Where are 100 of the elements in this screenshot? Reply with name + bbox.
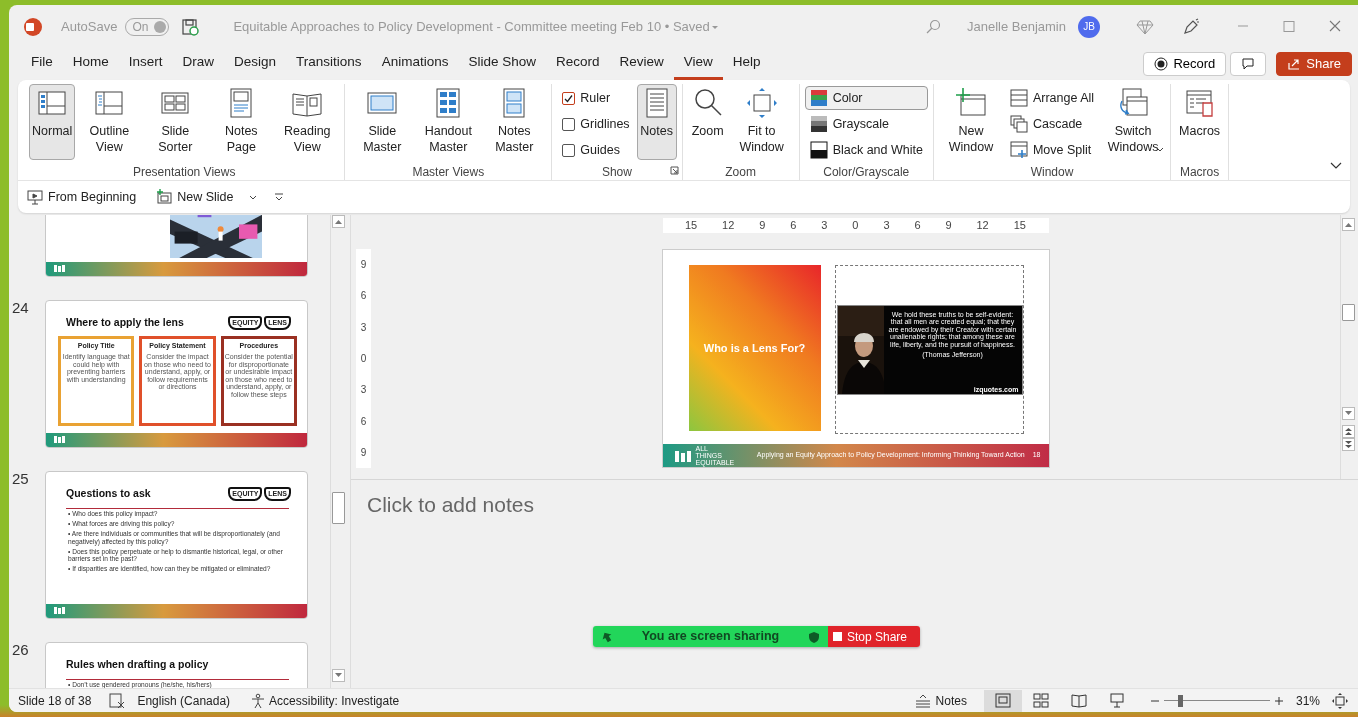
menu-tab[interactable]: Record [545, 47, 610, 81]
ribbon-button[interactable]: Grayscale [804, 112, 928, 136]
toolbar-button[interactable]: New Slide [153, 185, 260, 209]
accessibility-icon[interactable] [250, 692, 267, 709]
record-button[interactable]: Record [1143, 52, 1227, 76]
checkbox[interactable] [562, 143, 576, 157]
ribbon-button[interactable]: Zoom [687, 84, 728, 160]
scroll-down-button[interactable] [331, 669, 345, 682]
share-button[interactable]: Share [1276, 52, 1352, 76]
notes-button[interactable]: Notes [911, 689, 970, 712]
menu-tab[interactable]: File [21, 47, 63, 81]
checkbox-label[interactable]: Guides [580, 140, 620, 160]
fit-slide-icon[interactable] [1332, 692, 1348, 709]
language-button[interactable]: English (Canada) [137, 691, 231, 710]
group-label: Color/Grayscale [823, 165, 910, 179]
ribbon-button[interactable]: Arrange All [1004, 86, 1100, 110]
contrast-swatch-icon [809, 141, 828, 159]
notes-placeholder[interactable]: Click to add notes [351, 480, 1358, 521]
view-button[interactable] [983, 689, 1022, 712]
slide-thumbnail[interactable] [45, 215, 308, 277]
close-icon[interactable] [1328, 20, 1342, 33]
accessibility-button[interactable]: Accessibility: Investigate [269, 691, 400, 710]
slide-thumbnail[interactable] [45, 300, 308, 448]
group-label: Show [601, 165, 632, 179]
ribbon-button[interactable]: Black and White [804, 138, 928, 162]
scroll-up-button[interactable] [1342, 218, 1355, 231]
menu-tab[interactable]: Slide Show [458, 47, 546, 81]
ribbon-button[interactable]: Notes Master [482, 84, 547, 160]
menu-tab[interactable]: Design [224, 47, 287, 81]
menu-tab[interactable]: Help [722, 47, 771, 81]
slider-thumb[interactable] [1177, 694, 1183, 707]
comment-icon [1241, 57, 1256, 71]
collapse-ribbon-icon[interactable] [1330, 162, 1342, 170]
up-arrow-icon [334, 219, 342, 224]
slide-title: Questions to ask [66, 486, 151, 502]
save-icon[interactable] [181, 17, 200, 36]
logo-icon [54, 265, 68, 272]
ribbon-button[interactable]: Cascade [1004, 112, 1100, 136]
ribbon-button[interactable]: Slide Master [350, 84, 415, 160]
menu-tab[interactable]: Review [609, 47, 674, 81]
scroll-thumb[interactable] [1342, 304, 1355, 321]
ribbon-button[interactable]: Reading View [275, 84, 340, 160]
stop-share-button[interactable]: Stop Share [828, 626, 920, 647]
spell-check-icon[interactable] [109, 692, 126, 709]
group-label: Zoom [725, 165, 756, 179]
ruler-number: 6 [790, 218, 797, 233]
checkbox-label[interactable]: Ruler [580, 88, 611, 108]
autosave-label: AutoSave [61, 17, 118, 36]
dialog-launcher-icon[interactable] [669, 166, 679, 175]
ruler-number: 3 [360, 383, 367, 398]
menu-tab[interactable]: Transitions [286, 47, 372, 81]
checkbox[interactable] [562, 91, 576, 105]
customize-icon[interactable] [273, 192, 284, 202]
book-icon [1070, 693, 1087, 708]
previous-slide-button[interactable] [1342, 425, 1355, 438]
new-window-icon [954, 87, 987, 119]
menu-tab[interactable]: Home [62, 47, 119, 81]
zoom-percent[interactable]: 31% [1295, 691, 1320, 710]
zoom-in-icon[interactable] [1273, 695, 1284, 706]
ribbon-button[interactable]: Switch Windows [1101, 84, 1166, 160]
pen-icon[interactable] [1182, 17, 1200, 36]
comments-button[interactable] [1230, 52, 1267, 76]
ribbon-button[interactable]: Macros [1176, 84, 1224, 160]
menu-tab[interactable]: Animations [371, 47, 459, 81]
ruler-number: 3 [821, 218, 828, 233]
ribbon-button[interactable]: New Window [938, 84, 1003, 160]
ruler-number: 9 [360, 445, 367, 460]
checkbox-label[interactable]: Gridlines [580, 114, 630, 134]
scrollbar[interactable] [1340, 215, 1356, 479]
ribbon-button[interactable]: Normal [29, 84, 76, 160]
menu-tab[interactable]: Draw [172, 47, 225, 81]
double-up-icon [1345, 427, 1352, 436]
user-avatar[interactable]: JB [1078, 15, 1100, 38]
slide-sorter-icon [1032, 693, 1049, 708]
scroll-up-button[interactable] [331, 215, 345, 228]
ribbon-button[interactable]: Color [804, 86, 928, 110]
ribbon-button[interactable]: Handout Master [416, 84, 481, 160]
slide-number: 25 [12, 470, 29, 487]
ribbon-button[interactable]: Notes [636, 84, 677, 160]
slide-title: Where to apply the lens [66, 315, 184, 331]
ribbon-button[interactable]: Slide Sorter [143, 84, 208, 160]
logo-icon [674, 449, 693, 462]
logo-icon [54, 436, 68, 443]
ruler-number: 6 [914, 218, 921, 233]
ruler-number: 15 [1013, 218, 1026, 233]
ribbon-button[interactable]: Notes Page [209, 84, 274, 160]
scroll-down-button[interactable] [1342, 407, 1355, 420]
ruler-number: 12 [722, 218, 735, 233]
check-icon [564, 93, 574, 103]
scrollbar[interactable] [330, 215, 345, 688]
menu-tab[interactable]: Insert [118, 47, 173, 81]
ribbon-button[interactable]: Outline View [77, 84, 142, 160]
toolbar-button[interactable]: From Beginning [24, 185, 140, 209]
checkbox[interactable] [562, 117, 576, 131]
ribbon-button[interactable]: Move Split [1004, 138, 1100, 162]
scroll-thumb[interactable] [331, 492, 345, 524]
slide-thumbnail[interactable] [45, 471, 308, 619]
group-label: Window [1030, 165, 1074, 179]
ribbon-button[interactable]: Fit to Window [729, 84, 794, 160]
next-slide-button[interactable] [1342, 438, 1355, 451]
